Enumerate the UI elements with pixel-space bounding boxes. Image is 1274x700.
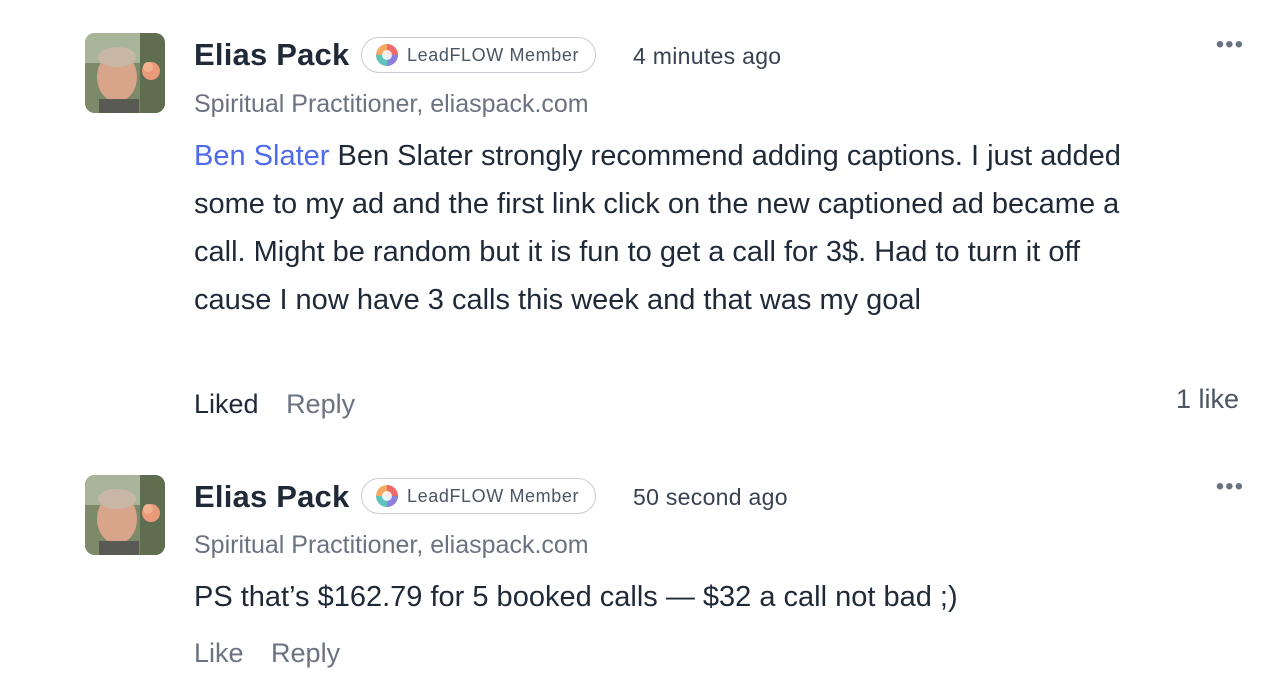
comment-text: PS that’s $162.79 for 5 booked calls — $… xyxy=(194,581,958,613)
avatar[interactable] xyxy=(85,33,165,113)
timestamp[interactable]: 50 second ago xyxy=(633,484,788,511)
author-subtitle: Spiritual Practitioner, eliaspack.com xyxy=(194,531,589,559)
more-horizontal-icon[interactable]: ••• xyxy=(1216,33,1244,57)
leadflow-logo-icon xyxy=(376,485,398,507)
author-name[interactable]: Elias Pack xyxy=(194,479,349,515)
more-horizontal-icon[interactable]: ••• xyxy=(1216,475,1244,499)
member-badge[interactable]: LeadFLOW Member xyxy=(361,478,597,514)
member-badge[interactable]: LeadFLOW Member xyxy=(361,37,597,73)
comment-body: Ben Slater Ben Slater strongly recommend… xyxy=(194,132,1154,324)
badge-label: LeadFLOW Member xyxy=(407,485,580,506)
author-subtitle: Spiritual Practitioner, eliaspack.com xyxy=(194,90,589,118)
badge-label: LeadFLOW Member xyxy=(407,44,580,65)
reply-button[interactable]: Reply xyxy=(286,389,355,420)
avatar-image xyxy=(85,475,165,555)
reply-button[interactable]: Reply xyxy=(271,638,340,669)
avatar[interactable] xyxy=(85,475,165,555)
comment-actions: Like Reply xyxy=(194,638,360,669)
like-count[interactable]: 1 like xyxy=(1176,384,1239,415)
timestamp[interactable]: 4 minutes ago xyxy=(633,43,781,70)
leadflow-logo-icon xyxy=(376,44,398,66)
like-button[interactable]: Like xyxy=(194,638,244,669)
avatar-image xyxy=(85,33,165,113)
comment-body: PS that’s $162.79 for 5 booked calls — $… xyxy=(194,573,1154,621)
mention-link[interactable]: Ben Slater xyxy=(194,140,329,172)
author-name[interactable]: Elias Pack xyxy=(194,37,349,73)
comment-actions: Liked Reply xyxy=(194,389,375,420)
like-button[interactable]: Liked xyxy=(194,389,259,420)
comment-text: Ben Slater strongly recommend adding cap… xyxy=(194,140,1121,316)
